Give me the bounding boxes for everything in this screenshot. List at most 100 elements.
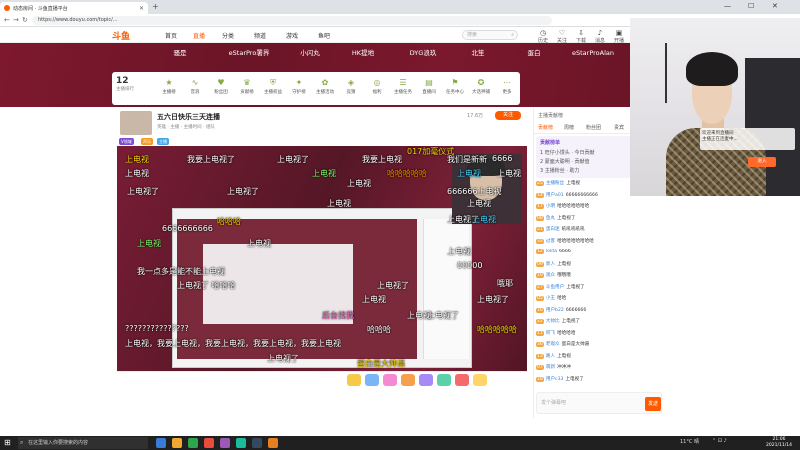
feature-item[interactable]: ✦ 守护榜 <box>288 78 310 95</box>
chat-username[interactable]: 大帅比 <box>546 319 560 324</box>
chat-message[interactable]: 19 观众 哦哦哦 <box>536 272 662 278</box>
gift-slot[interactable] <box>401 374 415 386</box>
chat-message[interactable]: 11 阿飞 哈哈哈哈 <box>536 330 662 336</box>
feature-item[interactable]: ☰ 主播任务 <box>392 78 414 95</box>
chat-username[interactable]: 小王 <box>546 296 555 301</box>
messages-button[interactable]: ♪ 消息 <box>591 29 609 44</box>
feature-item[interactable]: ▤ 直播间 <box>418 78 440 95</box>
rank-line[interactable]: 2 蒙面大聪明 · 贡献值 <box>540 158 590 165</box>
chat-message[interactable]: 16 用户b22 6666666 <box>536 307 662 313</box>
chat-message[interactable]: 18 用户c33 上电视了 <box>536 376 662 382</box>
chat-username[interactable]: 老观众 <box>546 342 560 347</box>
chat-username[interactable]: 萌新 <box>546 365 555 370</box>
chat-username[interactable]: 阿飞 <box>546 331 555 336</box>
taskview-icon[interactable] <box>156 438 166 448</box>
follow-list-button[interactable]: ♡ 关注 <box>553 29 571 44</box>
app-icon[interactable] <box>236 438 246 448</box>
chat-username[interactable]: 小明 <box>546 204 555 209</box>
close-window-button[interactable]: ✕ <box>772 2 778 10</box>
tag-badge[interactable]: 主播 <box>157 138 169 145</box>
chat-message[interactable]: 17 小明 哈哈哈哈哈哈哈 <box>536 203 662 209</box>
tag-badge[interactable]: V领域 <box>119 138 134 145</box>
clock[interactable]: 21:06 2021/11/14 <box>762 437 796 449</box>
feature-item[interactable]: ♥ 粉丝团 <box>210 78 232 95</box>
gift-slot[interactable] <box>473 374 487 386</box>
chat-username[interactable]: lolita <box>546 249 557 254</box>
nav-channel[interactable]: 频道 <box>254 31 266 40</box>
taskbar-search[interactable]: ⌕ 在这里输入你要搜索的内容 <box>18 437 148 449</box>
search-input[interactable]: 搜索 ⌕ <box>462 30 518 40</box>
minimize-button[interactable]: — <box>724 2 731 10</box>
overlay-enter-button[interactable]: 进入 <box>748 157 776 167</box>
app-icon[interactable] <box>220 438 230 448</box>
chat-username[interactable]: 用户c33 <box>546 377 564 382</box>
feature-item[interactable]: ⋯ 更多 <box>496 78 518 95</box>
band-item-2[interactable]: eStarPro署界 <box>220 46 278 60</box>
chat-username[interactable]: 观众 <box>546 273 555 278</box>
band-item-7[interactable]: 蛋白 <box>514 46 554 60</box>
chat-username[interactable]: 鱼丸 <box>546 216 555 221</box>
go-live-button[interactable]: ▣ 开播 <box>610 29 628 44</box>
chat-message[interactable]: 21 蛋白迷 吼吼吼吼吼 <box>536 226 662 232</box>
tag-badge[interactable]: 声乐 <box>141 138 153 145</box>
steam-icon[interactable] <box>252 438 262 448</box>
chat-tab[interactable]: 周榜 <box>564 124 574 131</box>
chat-username[interactable]: 用户a01 <box>546 193 564 198</box>
send-button[interactable]: 发送 <box>645 397 661 411</box>
chat-username[interactable]: 主播粉丝 <box>546 181 564 186</box>
nav-live[interactable]: 直播 <box>193 31 205 40</box>
nav-games[interactable]: 游戏 <box>286 31 298 40</box>
gift-slot[interactable] <box>365 374 379 386</box>
browser-tab[interactable]: 动态房间 · 斗鱼直播平台 ✕ <box>0 2 148 14</box>
chat-username[interactable]: 路人 <box>546 354 555 359</box>
url-input[interactable]: https://www.douyu.com/topic/... <box>32 16 552 25</box>
chat-username[interactable]: 蛋白迷 <box>546 227 560 232</box>
chat-message[interactable]: 33 过客 哈哈哈哈哈哈哈哈 <box>536 238 662 244</box>
gift-slot[interactable] <box>347 374 361 386</box>
band-item-4[interactable]: HK提地 <box>343 46 383 60</box>
chat-message[interactable]: 07 萌新 冲冲冲 <box>536 364 662 370</box>
feature-item[interactable]: ⚑ 任务中心 <box>444 78 466 95</box>
chat-message[interactable]: 05 小王 哈哈 <box>536 295 662 301</box>
feature-item[interactable]: ★ 主播榜 <box>158 78 180 95</box>
tray-icons[interactable]: ⌃ ⊡ ♪ <box>712 438 727 444</box>
chat-message[interactable]: 27 斗鱼用户 上电视了 <box>536 284 662 290</box>
gift-slot[interactable] <box>437 374 451 386</box>
chat-input[interactable]: 发个弹幕吧 发送 <box>536 392 662 414</box>
history-button[interactable]: ◷ 历史 <box>534 29 552 44</box>
streamer-avatar[interactable] <box>120 111 152 135</box>
search-icon[interactable]: ⌕ <box>511 31 514 40</box>
rank-line[interactable]: 3 主播粉丝 · 助力 <box>540 167 580 174</box>
band-item-5[interactable]: DYG浪玖 <box>400 46 446 60</box>
chat-tab[interactable]: 贵宾 <box>614 124 624 131</box>
forward-icon[interactable]: → <box>13 16 19 24</box>
chat-tab[interactable]: 粉丝团 <box>586 124 601 131</box>
nav-home[interactable]: 首页 <box>165 31 177 40</box>
gift-slot[interactable] <box>455 374 469 386</box>
download-button[interactable]: ⇩ 下载 <box>572 29 590 44</box>
feature-item[interactable]: ◈ 竞猜 <box>340 78 362 95</box>
band-item-1[interactable]: 骚是 <box>160 46 200 60</box>
app-icon[interactable] <box>204 438 214 448</box>
chat-message[interactable]: 12 lolita 6666 <box>536 249 662 254</box>
weather[interactable]: 11°C 晴 <box>680 438 699 445</box>
site-logo[interactable]: 斗鱼 <box>112 29 130 42</box>
follow-button[interactable]: 关注 <box>495 111 521 120</box>
feature-item[interactable]: ♛ 贡献榜 <box>236 78 258 95</box>
rank-line[interactable]: 1 旺仔小馒头 · 今日贡献 <box>540 149 595 156</box>
chat-username[interactable]: 斗鱼用户 <box>546 285 564 290</box>
band-item-6[interactable]: 北笙 <box>460 46 496 60</box>
video-player[interactable]: 上电视 我要上电视了 上电视了 我要上电视 我们是新新 017加毫仪式 6666 上电视 上电视… <box>117 146 527 371</box>
chat-username[interactable]: 过客 <box>546 239 555 244</box>
app-icon[interactable] <box>268 438 278 448</box>
feature-item[interactable]: ⛨ 主播权益 <box>262 78 284 95</box>
windows-start-icon[interactable]: ⊞ <box>4 439 12 447</box>
feature-item[interactable]: ✪ 大话神捕 <box>470 78 492 95</box>
band-item-3[interactable]: 小闪丸 <box>290 46 330 60</box>
chat-message[interactable]: 13 路人 上电视 <box>536 353 662 359</box>
gift-slot[interactable] <box>383 374 397 386</box>
tab-close-icon[interactable]: ✕ <box>139 5 144 12</box>
chat-message[interactable]: 08 鱼丸 上电视了 <box>536 215 662 221</box>
rank-badge[interactable]: 12 主播排行 <box>116 76 134 92</box>
back-icon[interactable]: ← <box>4 16 10 24</box>
